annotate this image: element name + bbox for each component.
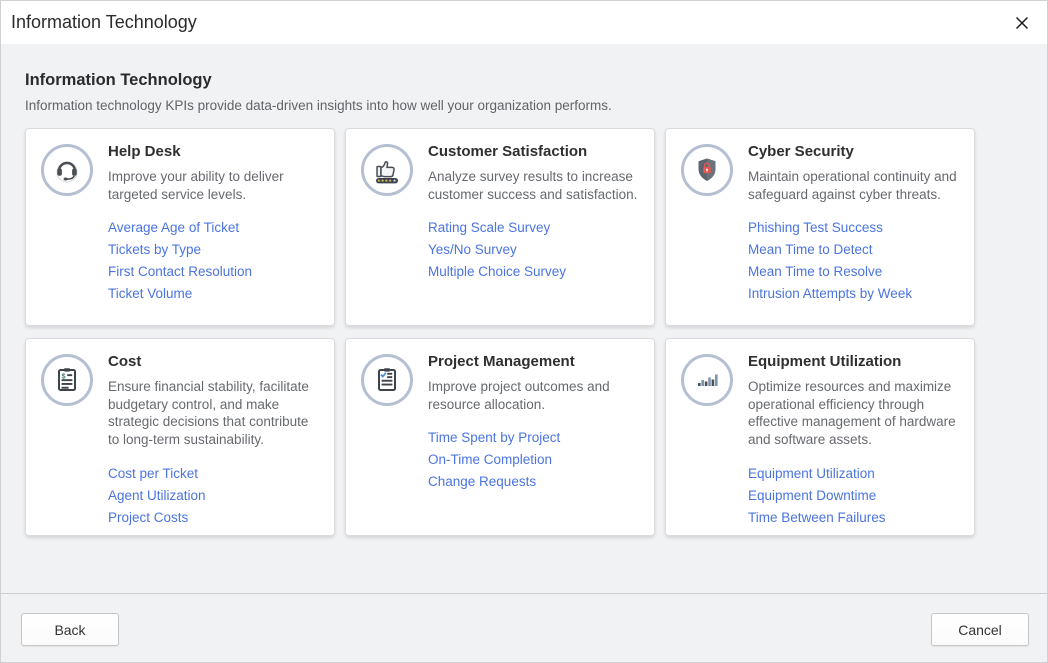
kpi-link-time-between-failures[interactable]: Time Between Failures bbox=[748, 507, 962, 529]
card-title: Cyber Security bbox=[748, 143, 962, 162]
kpi-card-grid: Help Desk Improve your ability to delive… bbox=[25, 128, 975, 536]
card-description: Analyze survey results to increase custo… bbox=[428, 168, 642, 204]
card-description: Optimize resources and maximize operatio… bbox=[748, 378, 962, 449]
card-help-desk: Help Desk Improve your ability to delive… bbox=[25, 128, 335, 326]
kpi-link-multiple-choice-survey[interactable]: Multiple Choice Survey bbox=[428, 261, 642, 283]
card-cyber-security: Cyber Security Maintain operational cont… bbox=[665, 128, 975, 326]
section-heading: Information Technology bbox=[25, 71, 1047, 90]
cancel-button[interactable]: Cancel bbox=[931, 613, 1029, 646]
kpi-link-mean-time-to-detect[interactable]: Mean Time to Detect bbox=[748, 239, 962, 261]
back-button[interactable]: Back bbox=[21, 613, 119, 646]
close-button[interactable] bbox=[1009, 12, 1035, 34]
close-icon bbox=[1015, 16, 1029, 30]
checklist-icon bbox=[361, 354, 413, 406]
card-links: Time Spent by Project On-Time Completion… bbox=[428, 427, 642, 493]
dialog-body: Information Technology Information techn… bbox=[1, 44, 1047, 595]
card-description: Ensure financial stability, facilitate b… bbox=[108, 378, 322, 449]
kpi-link-mean-time-to-resolve[interactable]: Mean Time to Resolve bbox=[748, 261, 962, 283]
kpi-link-cost-per-ticket[interactable]: Cost per Ticket bbox=[108, 463, 322, 485]
svg-text:★: ★ bbox=[393, 178, 397, 183]
dollar-clipboard-icon: $ bbox=[41, 354, 93, 406]
card-title: Equipment Utilization bbox=[748, 353, 962, 372]
titlebar: Information Technology bbox=[1, 1, 1047, 44]
kpi-link-time-spent-by-project[interactable]: Time Spent by Project bbox=[428, 427, 642, 449]
card-links: Average Age of Ticket Tickets by Type Fi… bbox=[108, 217, 322, 305]
bar-chart-icon bbox=[681, 354, 733, 406]
card-title: Help Desk bbox=[108, 143, 322, 162]
information-technology-dialog: Information Technology Information Techn… bbox=[0, 0, 1048, 663]
kpi-link-tickets-by-type[interactable]: Tickets by Type bbox=[108, 239, 322, 261]
window-title: Information Technology bbox=[11, 1, 197, 44]
kpi-link-first-contact-resolution[interactable]: First Contact Resolution bbox=[108, 261, 322, 283]
headset-icon bbox=[41, 144, 93, 196]
card-project-management: Project Management Improve project outco… bbox=[345, 338, 655, 536]
card-links: Cost per Ticket Agent Utilization Projec… bbox=[108, 463, 322, 529]
kpi-link-rating-scale-survey[interactable]: Rating Scale Survey bbox=[428, 217, 642, 239]
card-links: Equipment Utilization Equipment Downtime… bbox=[748, 463, 962, 529]
kpi-link-equipment-utilization[interactable]: Equipment Utilization bbox=[748, 463, 962, 485]
section-description: Information technology KPIs provide data… bbox=[25, 98, 1047, 113]
kpi-link-on-time-completion[interactable]: On-Time Completion bbox=[428, 449, 642, 471]
card-equipment-utilization: Equipment Utilization Optimize resources… bbox=[665, 338, 975, 536]
card-description: Improve your ability to deliver targeted… bbox=[108, 168, 322, 204]
kpi-link-agent-utilization[interactable]: Agent Utilization bbox=[108, 485, 322, 507]
kpi-link-ticket-volume[interactable]: Ticket Volume bbox=[108, 283, 322, 305]
kpi-link-average-age-of-ticket[interactable]: Average Age of Ticket bbox=[108, 217, 322, 239]
card-title: Customer Satisfaction bbox=[428, 143, 642, 162]
kpi-link-change-requests[interactable]: Change Requests bbox=[428, 471, 642, 493]
card-cost: $ Cost Ensure financial stability, facil… bbox=[25, 338, 335, 536]
shield-lock-icon bbox=[681, 144, 733, 196]
card-title: Project Management bbox=[428, 353, 642, 372]
kpi-link-equipment-downtime[interactable]: Equipment Downtime bbox=[748, 485, 962, 507]
card-customer-satisfaction: ★★★★ ★ Customer Satisfaction Analyze sur… bbox=[345, 128, 655, 326]
card-links: Rating Scale Survey Yes/No Survey Multip… bbox=[428, 217, 642, 283]
kpi-link-yes-no-survey[interactable]: Yes/No Survey bbox=[428, 239, 642, 261]
thumbs-up-rating-icon: ★★★★ ★ bbox=[361, 144, 413, 196]
svg-text:★★★★: ★★★★ bbox=[377, 178, 392, 183]
dialog-footer: Back Cancel bbox=[1, 593, 1047, 662]
card-description: Maintain operational continuity and safe… bbox=[748, 168, 962, 204]
card-links: Phishing Test Success Mean Time to Detec… bbox=[748, 217, 962, 305]
kpi-link-project-costs[interactable]: Project Costs bbox=[108, 507, 322, 529]
card-title: Cost bbox=[108, 353, 322, 372]
kpi-link-intrusion-attempts-by-week[interactable]: Intrusion Attempts by Week bbox=[748, 283, 962, 305]
kpi-link-phishing-test-success[interactable]: Phishing Test Success bbox=[748, 217, 962, 239]
card-description: Improve project outcomes and resource al… bbox=[428, 378, 642, 414]
